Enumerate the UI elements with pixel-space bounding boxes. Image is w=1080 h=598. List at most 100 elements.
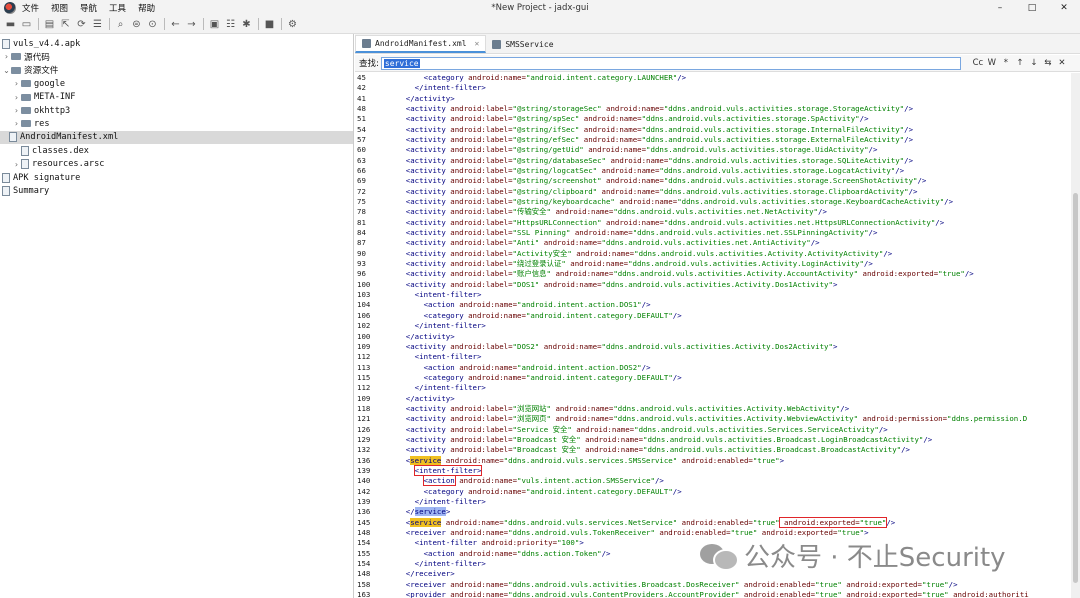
tab-androidmanifest-xml[interactable]: AndroidManifest.xml ✕ [355,35,487,53]
settings-icon[interactable]: ⚙ [285,17,300,32]
code-attr: android:permission= [858,414,948,424]
search-icon[interactable]: ⌕ [113,17,128,32]
match-case-button[interactable]: Cc [971,58,985,68]
tree-item[interactable]: › resources.arsc [12,158,104,171]
tree-item[interactable]: › META-INF [12,91,76,104]
usage-icon[interactable]: ⊙ [145,17,160,32]
code-str: "android.intent.category.DEFAULT" [525,486,673,496]
stop-icon[interactable]: ■ [262,17,277,32]
tree-item[interactable]: classes.dex [12,144,89,157]
wechat-icon [700,540,739,571]
code-line: 136 </service> [355,507,1070,517]
line-number: 106 [357,310,371,320]
code-str: "@string/ifSec" [512,124,580,134]
line-number: 145 [357,517,371,527]
code-line: 63 <activity android:label="@string/datab… [355,156,1070,166]
line-number: 57 [357,135,366,145]
flatten-icon[interactable]: ☰ [90,17,105,32]
tree-item[interactable]: vuls_v4.4.apk [2,37,80,50]
code-str: "android.intent.category.DEFAULT" [525,310,673,320]
code-str: "ddns.android.vuls.ContentProviders.Acco… [508,590,740,598]
scrollbar-thumb[interactable] [1073,193,1078,583]
code-str: "true" [921,590,949,598]
next-match-button[interactable]: ↓ [1027,58,1041,68]
code-str: "100" [557,538,580,548]
line-number: 109 [357,393,371,403]
editor-scrollbar[interactable] [1071,73,1080,598]
quick-tabs-icon[interactable]: ▣ [207,17,222,32]
regex-button[interactable]: * [999,58,1013,68]
save-icon[interactable]: ▤ [42,17,57,32]
forward-icon[interactable]: → [184,17,199,32]
collapse-arrow-icon[interactable]: › [12,160,21,169]
tree-item[interactable]: ⌄ 资源文件 [2,64,58,77]
open-icon[interactable]: ▬ [3,17,18,32]
whole-word-button[interactable]: W [985,58,999,68]
code-text: <activity android:label="传输安全" android:n… [379,207,827,216]
collapse-arrow-icon[interactable]: › [2,52,11,61]
close-button[interactable]: ✕ [1048,0,1080,15]
code-attr: android:label= [445,145,513,155]
code-str: "true" [752,517,780,527]
toolbar-separator [281,18,282,30]
code-attr: android:name= [445,527,509,537]
export-icon[interactable]: ⇱ [58,17,73,32]
menu-item[interactable]: 工具 [109,2,126,14]
close-find-button[interactable]: ✕ [1055,58,1069,68]
collapse-arrow-icon[interactable]: › [12,106,21,115]
file-icon [2,172,10,183]
tab-smsservice[interactable]: SMSService [486,35,559,53]
toolbar: ▬ ▭ ▤ ⇱ ⟳ ☰ ⌕ ⊜ ⊙ ← → ▣ ☷ ✱ ■ ⚙ [0,15,1080,34]
add-file-icon[interactable]: ▭ [19,17,34,32]
code-tag: <activity [405,114,446,124]
code-attr: android:name= [579,135,642,145]
tab-close-icon[interactable]: ✕ [475,39,480,48]
code-attr: android:name= [551,403,614,413]
code-attr: android:enabled= [677,517,753,527]
line-number: 126 [357,424,371,434]
code-str: "ddns.android.vuls.activities.storage.Sp… [641,114,860,124]
menu-item[interactable]: 文件 [22,2,39,14]
log-icon[interactable]: ☷ [223,17,238,32]
maximize-button[interactable]: □ [1016,0,1048,15]
collapse-arrow-icon[interactable]: › [12,79,21,88]
back-icon[interactable]: ← [168,17,183,32]
code-attr: android:label= [445,279,513,289]
tree-item[interactable]: › google [12,77,65,90]
tree-item[interactable]: › okhttp3 [12,104,70,117]
minimize-button[interactable]: – [984,0,1016,15]
code-str: "ddns.permission.D [947,414,1028,424]
tree-item[interactable]: AndroidManifest.xml [0,130,353,144]
code-str: "true" [938,269,965,279]
expand-arrow-icon[interactable]: ⌄ [2,66,11,75]
tree-item-label: classes.dex [32,145,89,156]
menu-item[interactable]: 导航 [80,2,97,14]
code-line: 109 </activity> [355,394,1070,404]
code-editor[interactable]: 45 <category android:name="android.intent… [355,73,1070,598]
code-attr: android:name= [441,455,504,465]
collapse-arrow-icon[interactable]: › [12,119,21,128]
code-str: "ddns.android.vuls.activities.Activity.D… [601,279,833,289]
debug-icon[interactable]: ✱ [239,17,254,32]
code-text: </intent-filter> [379,321,486,330]
code-tag: <activity [405,176,446,186]
tree-item[interactable]: › 源代码 [2,50,50,63]
tree-item-label: AndroidManifest.xml [20,132,119,143]
code-str: "true" [921,579,949,589]
prev-match-button[interactable]: ↑ [1013,58,1027,68]
find-input[interactable]: service [380,56,961,70]
tree-item[interactable]: APK signature [2,171,80,184]
collapse-arrow-icon[interactable]: › [12,93,21,102]
tree-item[interactable]: › res [12,117,50,130]
code-line: 81 <activity android:label="HttpsURLConne… [355,218,1070,228]
menu-item[interactable]: 帮助 [138,2,155,14]
mark-all-button[interactable]: ⇆ [1041,58,1055,68]
menu-item[interactable]: 视图 [51,2,68,14]
watermark-text: 公众号 · 不止Security [744,542,1006,573]
folder-icon [11,53,21,61]
find-class-icon[interactable]: ⊜ [129,17,144,32]
code-line: 104 <action android:name="android.intent.… [355,300,1070,310]
code-line: 48 <activity android:label="@string/stora… [355,104,1070,114]
sync-icon[interactable]: ⟳ [74,17,89,32]
tree-item[interactable]: Summary [2,184,49,197]
